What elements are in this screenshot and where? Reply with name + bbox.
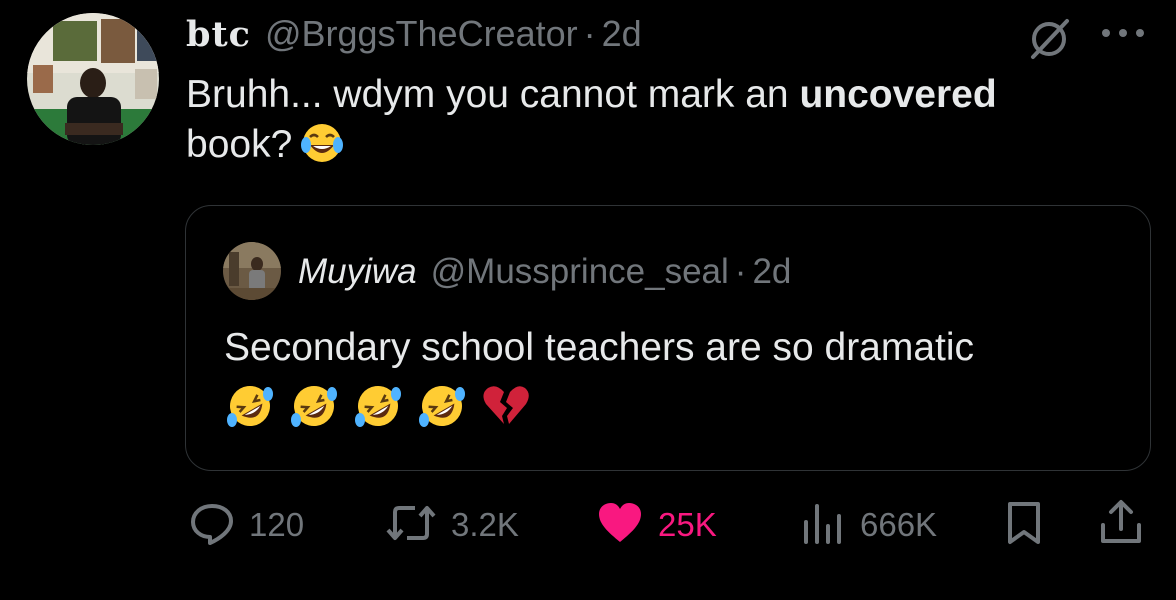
quoted-tweet-header: Muyiwa @Mussprince_seal · 2d bbox=[298, 250, 791, 294]
author-avatar[interactable] bbox=[27, 13, 159, 145]
tweet-text-end: book? bbox=[186, 123, 293, 166]
reply-count: 120 bbox=[249, 506, 305, 543]
separator-dot: · bbox=[734, 252, 747, 291]
quoted-tweet-timestamp[interactable]: 2d bbox=[752, 250, 791, 294]
quoted-author-name[interactable]: Muyiwa bbox=[298, 250, 417, 294]
rolling-on-floor-laughing-icon bbox=[416, 380, 468, 437]
tweet-text: Bruhh... wdym you cannot mark an uncover… bbox=[186, 70, 1146, 178]
repost-arrows-icon bbox=[385, 500, 437, 551]
tweet-text-part: Bruhh... wdym you cannot mark an bbox=[186, 73, 800, 116]
share-button[interactable] bbox=[1097, 497, 1145, 553]
quoted-author-handle[interactable]: @Mussprince_seal bbox=[431, 250, 729, 294]
tweet-header: btc @BrggsTheCreator · 2d bbox=[186, 10, 642, 59]
rolling-on-floor-laughing-icon bbox=[352, 380, 404, 437]
speech-bubble-icon bbox=[189, 500, 235, 551]
grok-icon[interactable] bbox=[1027, 17, 1071, 61]
face-with-tears-of-joy-icon bbox=[300, 121, 344, 178]
tweet-text-bold: uncovered bbox=[799, 73, 997, 116]
bar-chart-icon bbox=[800, 500, 846, 551]
bookmark-button[interactable] bbox=[1002, 497, 1046, 553]
views-button[interactable]: 666K bbox=[800, 497, 937, 553]
more-dots-icon[interactable] bbox=[1098, 18, 1148, 48]
rolling-on-floor-laughing-icon bbox=[224, 380, 276, 437]
bookmark-icon bbox=[1002, 500, 1046, 551]
repost-count: 3.2K bbox=[451, 506, 519, 543]
reply-button[interactable]: 120 bbox=[189, 497, 304, 553]
action-bar: 120 3.2K 25K 666K bbox=[0, 497, 1176, 553]
quoted-tweet[interactable]: Muyiwa @Mussprince_seal · 2d Secondary s… bbox=[185, 205, 1151, 471]
broken-heart-icon bbox=[480, 380, 532, 437]
quoted-author-avatar[interactable] bbox=[223, 242, 281, 300]
share-icon bbox=[1097, 499, 1145, 552]
rolling-on-floor-laughing-icon bbox=[288, 380, 340, 437]
repost-button[interactable]: 3.2K bbox=[385, 497, 519, 553]
quoted-tweet-text: Secondary school teachers are so dramati… bbox=[224, 326, 975, 369]
author-handle[interactable]: @BrggsTheCreator bbox=[265, 10, 578, 58]
quoted-tweet-emojis bbox=[224, 380, 532, 437]
separator-dot: · bbox=[583, 13, 596, 54]
like-button[interactable]: 25K bbox=[596, 497, 717, 553]
tweet-timestamp[interactable]: 2d bbox=[602, 10, 642, 58]
heart-icon bbox=[596, 500, 644, 551]
views-count: 666K bbox=[860, 506, 938, 543]
author-display-name[interactable]: btc bbox=[186, 11, 251, 59]
like-count: 25K bbox=[658, 506, 717, 543]
